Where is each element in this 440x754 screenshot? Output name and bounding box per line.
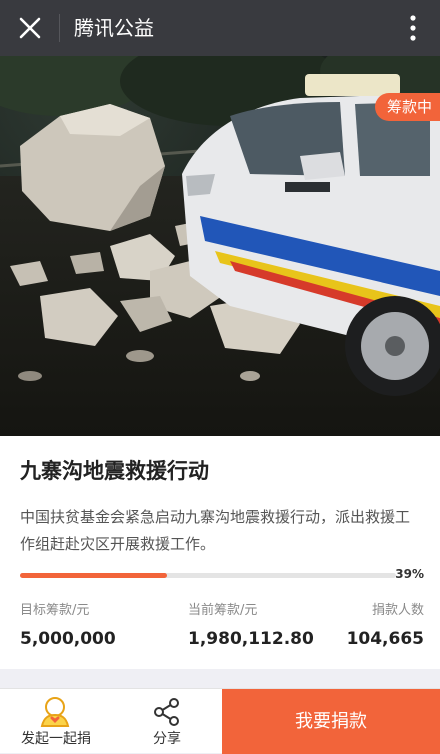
initiate-group-donation-label: 发起一起捐 [21,731,91,747]
user-heart-icon [40,697,70,727]
donate-button[interactable]: 我要捐款 [222,689,440,754]
share-label: 分享 [153,731,181,747]
project-cover-image[interactable] [0,56,440,436]
page-title: 腾讯公益 [74,16,154,40]
close-button[interactable] [12,10,48,46]
progress-percent: 39% [395,567,424,581]
project-info-card: 九寨沟地震救援行动 中国扶贫基金会紧急启动九寨沟地震救援行动，派出救援工作组赶赴… [0,436,440,669]
project-description: 中国扶贫基金会紧急启动九寨沟地震救援行动，派出救援工作组赶赴灾区开展救援工作。 [20,508,411,553]
more-button[interactable] [400,12,426,44]
progress-fill [20,573,167,578]
initiate-group-donation-button[interactable]: 发起一起捐 [0,689,112,754]
stat-raised-value: 1,980,112.80 [188,629,314,649]
stat-target-label: 目标筹款/元 [20,603,90,618]
project-title: 九寨沟地震救援行动 [20,459,209,483]
share-icon [154,698,179,726]
bottom-action-bar: 发起一起捐 分享 我要捐款 [0,688,440,754]
progress-bar [20,573,396,578]
stat-donors-label: 捐款人数 [371,603,424,618]
header-divider [59,14,60,42]
status-badge: 筹款中 [374,93,440,121]
share-button[interactable]: 分享 [112,689,222,754]
stat-target: 目标筹款/元 5,000,000 [20,602,116,652]
stat-raised-label: 当前筹款/元 [188,603,258,618]
stat-donors-value: 104,665 [346,629,424,649]
stat-donors: 捐款人数 104,665 [347,602,424,652]
top-bar: 腾讯公益 [0,0,440,56]
stat-target-value: 5,000,000 [20,629,116,649]
close-icon [19,17,41,39]
more-vertical-icon [410,15,416,41]
stat-raised: 当前筹款/元 1,980,112.80 [188,602,314,652]
